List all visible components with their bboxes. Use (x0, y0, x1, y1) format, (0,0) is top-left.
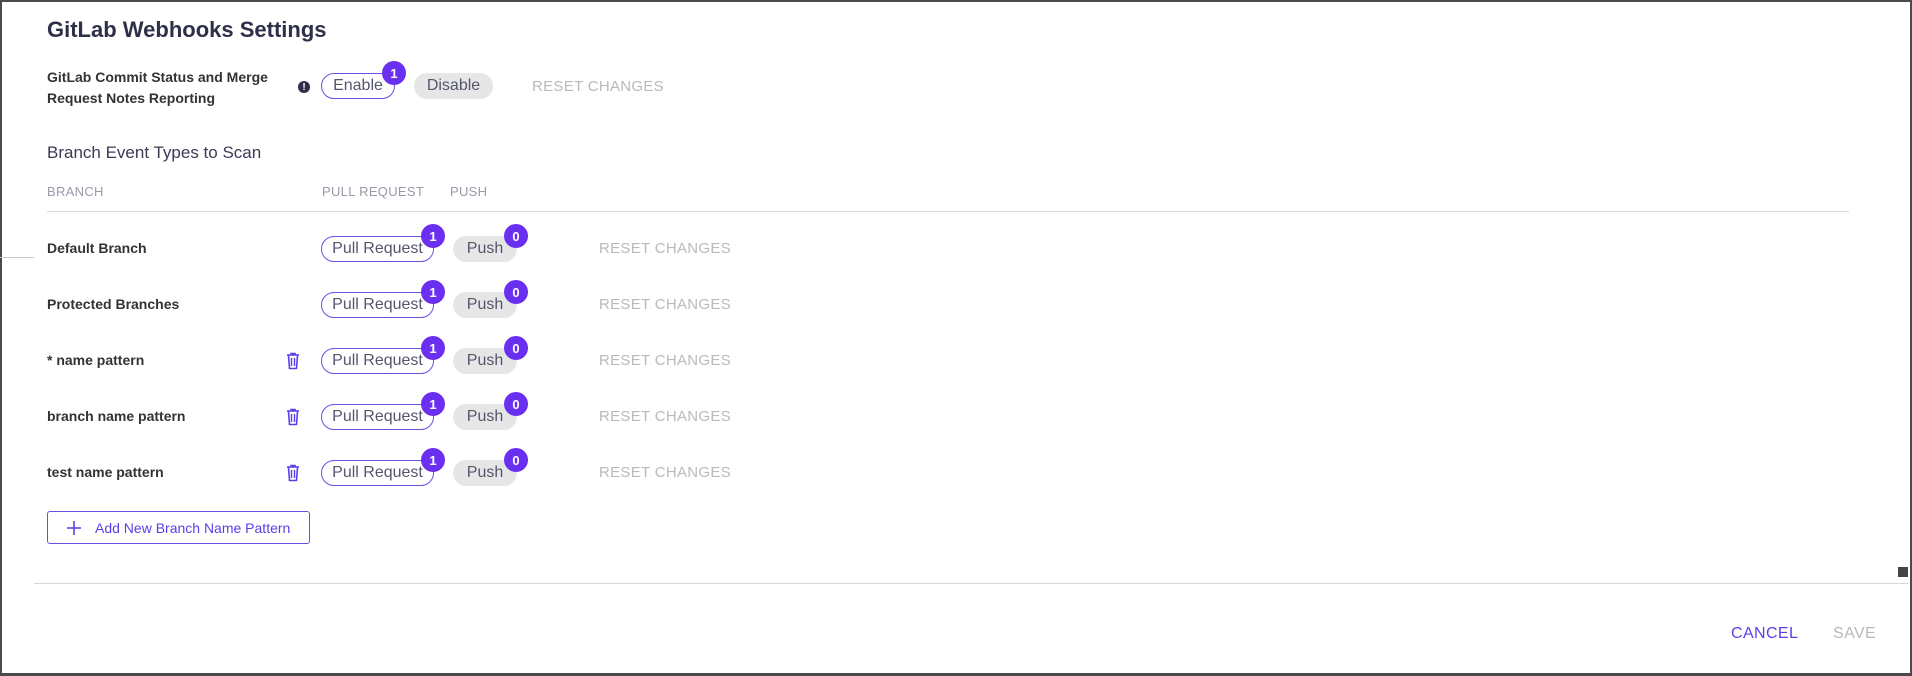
save-button[interactable]: SAVE (1833, 625, 1876, 643)
row-reset-button[interactable]: RESET CHANGES (599, 240, 731, 257)
pull-request-toggle[interactable]: Pull Request (321, 404, 434, 430)
column-header-push: PUSH (450, 184, 488, 199)
pull-request-label: Pull Request (332, 352, 423, 369)
pull-request-label: Pull Request (332, 408, 423, 425)
reporting-label: GitLab Commit Status and Merge Request N… (47, 69, 268, 106)
info-icon[interactable]: ! (298, 81, 310, 93)
push-count-badge: 0 (504, 448, 528, 472)
pull-request-count-badge: 1 (421, 448, 445, 472)
pull-request-count-badge: 1 (421, 280, 445, 304)
delete-icon[interactable] (285, 408, 301, 426)
push-label: Push (466, 352, 504, 369)
push-label: Push (466, 296, 504, 313)
pull-request-toggle[interactable]: Pull Request (321, 292, 434, 318)
delete-icon[interactable] (285, 464, 301, 482)
push-label: Push (466, 408, 504, 425)
cancel-button[interactable]: CANCEL (1731, 625, 1798, 643)
disable-label: Disable (426, 77, 481, 94)
push-label: Push (466, 240, 504, 257)
pull-request-count-badge: 1 (421, 392, 445, 416)
plus-icon (67, 521, 81, 535)
divider (0, 257, 34, 258)
push-count-badge: 0 (504, 336, 528, 360)
add-branch-pattern-label: Add New Branch Name Pattern (95, 520, 291, 536)
enable-label: Enable (333, 77, 383, 94)
table-divider (47, 211, 1849, 212)
pull-request-count-badge: 1 (421, 224, 445, 248)
branch-name: * name pattern (47, 352, 145, 368)
pull-request-label: Pull Request (332, 296, 423, 313)
resize-handle[interactable] (1898, 567, 1908, 577)
branch-name: branch name pattern (47, 408, 186, 424)
footer-divider (34, 583, 1908, 584)
page-title: GitLab Webhooks Settings (47, 17, 327, 42)
branch-name: test name pattern (47, 464, 164, 480)
pull-request-toggle[interactable]: Pull Request (321, 348, 434, 374)
row-reset-button[interactable]: RESET CHANGES (599, 352, 731, 369)
row-reset-button[interactable]: RESET CHANGES (599, 408, 731, 425)
column-header-pull-request: PULL REQUEST (322, 184, 425, 199)
branch-name: Default Branch (47, 240, 147, 256)
pull-request-label: Pull Request (332, 240, 423, 257)
push-label: Push (466, 464, 504, 481)
pull-request-toggle[interactable]: Pull Request (321, 460, 434, 486)
disable-toggle[interactable]: Disable (414, 73, 493, 99)
pull-request-label: Pull Request (332, 464, 423, 481)
push-count-badge: 0 (504, 224, 528, 248)
push-count-badge: 0 (504, 280, 528, 304)
reporting-reset-button[interactable]: RESET CHANGES (532, 78, 664, 95)
section-title: Branch Event Types to Scan (47, 143, 262, 162)
row-reset-button[interactable]: RESET CHANGES (599, 296, 731, 313)
add-branch-pattern-button[interactable]: Add New Branch Name Pattern (47, 511, 310, 544)
pull-request-toggle[interactable]: Pull Request (321, 236, 434, 262)
delete-icon[interactable] (285, 352, 301, 370)
enable-count-badge: 1 (382, 61, 406, 85)
branch-name: Protected Branches (47, 296, 180, 312)
column-header-branch: BRANCH (47, 184, 104, 199)
row-reset-button[interactable]: RESET CHANGES (599, 464, 731, 481)
pull-request-count-badge: 1 (421, 336, 445, 360)
push-count-badge: 0 (504, 392, 528, 416)
